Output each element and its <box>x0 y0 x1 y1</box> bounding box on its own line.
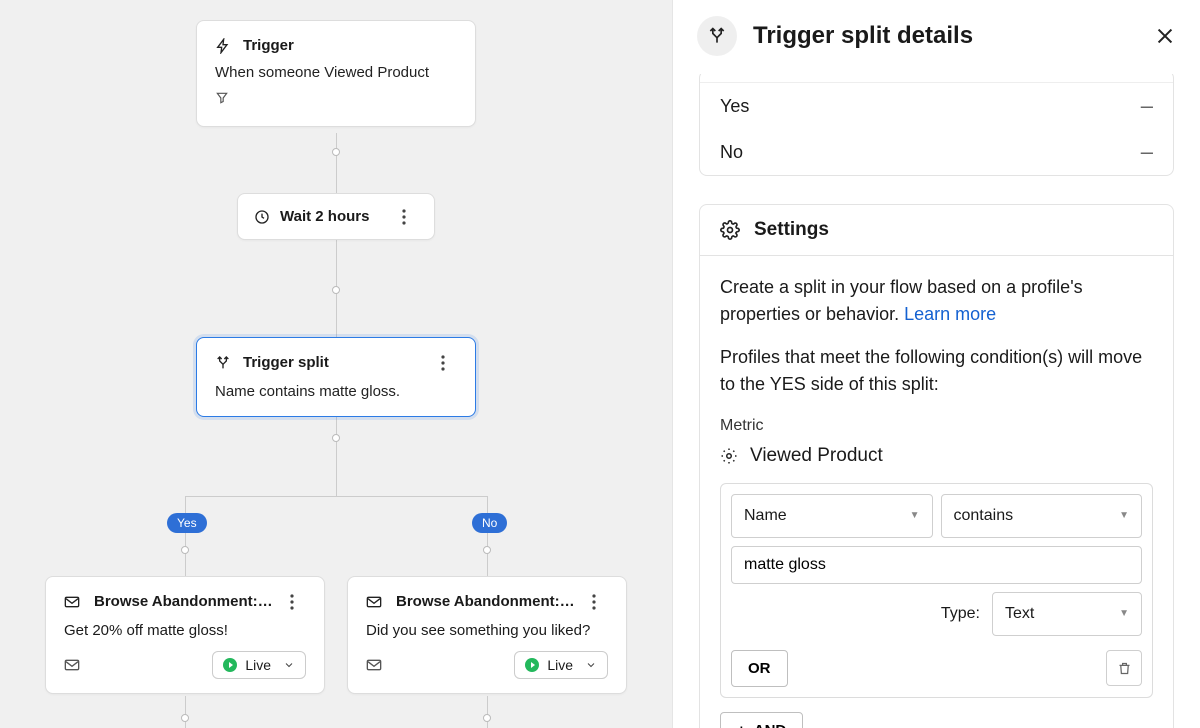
split-label: Trigger split <box>243 354 329 371</box>
node-menu-button[interactable] <box>441 355 457 371</box>
trigger-split-node[interactable]: Trigger split Name contains matte gloss. <box>196 337 476 417</box>
metric-label: Metric <box>720 414 1153 438</box>
branch-no-pill: No <box>472 513 507 533</box>
delete-condition-button[interactable] <box>1106 650 1142 686</box>
connector-port <box>332 286 340 294</box>
value-input[interactable] <box>731 546 1142 584</box>
operator-select[interactable]: contains ▼ <box>941 494 1143 538</box>
gear-icon <box>720 220 740 240</box>
wait-node[interactable]: Wait 2 hours <box>237 193 435 240</box>
connector-port <box>332 148 340 156</box>
trigger-description: When someone Viewed Product <box>215 64 457 81</box>
status-label: Live <box>547 657 573 673</box>
play-icon <box>223 658 237 672</box>
email-title: Browse Abandonment: Email… <box>396 593 578 610</box>
learn-more-link[interactable]: Learn more <box>904 304 996 324</box>
and-button[interactable]: + AND <box>720 712 803 728</box>
trigger-node[interactable]: Trigger When someone Viewed Product <box>196 20 476 127</box>
caret-down-icon: ▼ <box>1119 508 1129 523</box>
connector-port <box>181 546 189 554</box>
flow-canvas[interactable]: Trigger When someone Viewed Product Wait… <box>0 0 672 728</box>
stats-card: Waiting Yes – No – <box>699 74 1174 176</box>
settings-card: Settings Create a split in your flow bas… <box>699 204 1174 728</box>
settings-heading: Settings <box>754 219 829 241</box>
split-icon <box>697 16 737 56</box>
metric-value: Viewed Product <box>750 442 883 471</box>
connector-port <box>332 434 340 442</box>
settings-condition-note: Profiles that meet the following conditi… <box>720 344 1153 398</box>
panel-header: Trigger split details <box>673 0 1200 74</box>
connector <box>487 496 488 576</box>
chevron-down-icon <box>283 659 295 671</box>
connector <box>185 696 186 728</box>
split-description: Name contains matte gloss. <box>215 383 457 400</box>
stat-row-waiting: Waiting <box>700 74 1173 83</box>
branch-yes-pill: Yes <box>167 513 207 533</box>
or-button[interactable]: OR <box>731 650 788 687</box>
node-menu-button[interactable] <box>592 594 608 610</box>
mail-outline-icon <box>366 658 382 672</box>
connector <box>185 496 186 576</box>
email-title: Browse Abandonment: Email… <box>94 593 276 610</box>
connector-port <box>483 546 491 554</box>
connector <box>487 696 488 728</box>
stat-value: – <box>1141 139 1153 165</box>
split-icon <box>215 355 231 371</box>
mail-icon <box>366 595 382 609</box>
connector-port <box>181 714 189 722</box>
settings-intro: Create a split in your flow based on a p… <box>720 274 1153 328</box>
stat-value: – <box>1141 93 1153 119</box>
gear-icon <box>720 447 738 465</box>
filter-icon[interactable] <box>215 91 229 105</box>
mail-icon <box>64 595 80 609</box>
email-subject: Get 20% off matte gloss! <box>64 622 306 639</box>
connector <box>336 416 337 496</box>
plus-icon: + <box>737 722 746 728</box>
metric-row: Viewed Product <box>720 442 1153 471</box>
type-select[interactable]: Text ▼ <box>992 592 1142 636</box>
panel-title: Trigger split details <box>753 22 973 50</box>
property-select[interactable]: Name ▼ <box>731 494 933 538</box>
node-menu-button[interactable] <box>402 209 418 225</box>
close-button[interactable] <box>1154 25 1176 47</box>
stat-row-no: No – <box>700 129 1173 175</box>
bolt-icon <box>215 38 231 54</box>
stat-row-yes: Yes – <box>700 83 1173 129</box>
stat-label: Yes <box>720 96 749 117</box>
status-label: Live <box>245 657 271 673</box>
details-panel: Trigger split details Waiting Yes – No – <box>672 0 1200 728</box>
status-dropdown[interactable]: Live <box>514 651 608 679</box>
wait-label: Wait 2 hours <box>280 208 369 225</box>
clock-icon <box>254 209 270 225</box>
node-menu-button[interactable] <box>290 594 306 610</box>
stat-label: No <box>720 142 743 163</box>
type-label: Type: <box>941 602 980 626</box>
email-node-no[interactable]: Browse Abandonment: Email… Did you see s… <box>347 576 627 694</box>
trigger-label: Trigger <box>243 37 294 54</box>
mail-outline-icon <box>64 658 80 672</box>
chevron-down-icon <box>585 659 597 671</box>
caret-down-icon: ▼ <box>910 508 920 523</box>
email-node-yes[interactable]: Browse Abandonment: Email… Get 20% off m… <box>45 576 325 694</box>
status-dropdown[interactable]: Live <box>212 651 306 679</box>
connector-port <box>483 714 491 722</box>
connector <box>185 496 487 497</box>
caret-down-icon: ▼ <box>1119 606 1129 621</box>
connector <box>336 133 337 193</box>
play-icon <box>525 658 539 672</box>
email-subject: Did you see something you liked? <box>366 622 608 639</box>
condition-group: Name ▼ contains ▼ Type: Text ▼ <box>720 483 1153 698</box>
